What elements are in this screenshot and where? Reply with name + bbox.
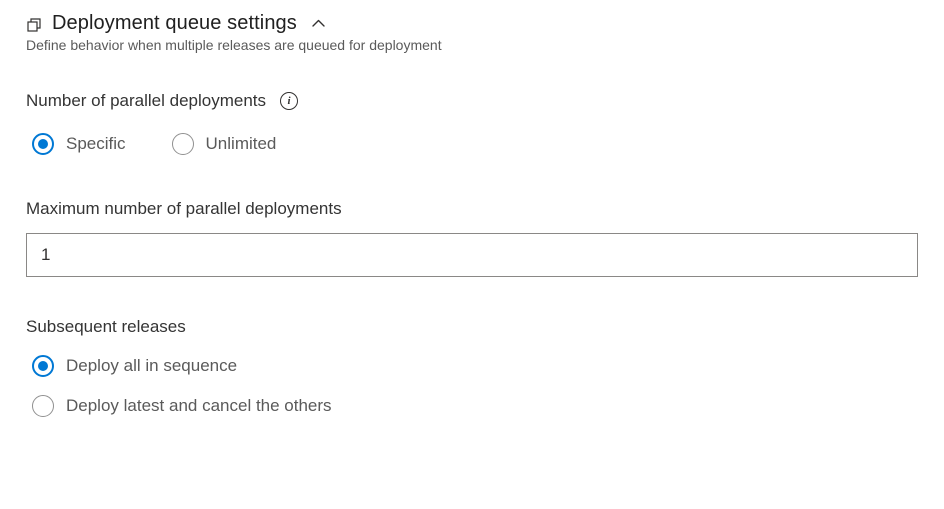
info-icon[interactable]: i <box>280 92 298 110</box>
radio-circle-icon <box>32 355 54 377</box>
max-parallel-input[interactable] <box>26 233 918 277</box>
section-header[interactable]: Deployment queue settings <box>26 12 918 35</box>
radio-circle-icon <box>32 395 54 417</box>
radio-deploy-cancel-label: Deploy latest and cancel the others <box>66 396 332 416</box>
subsequent-releases-radio-group: Deploy all in sequence Deploy latest and… <box>32 355 918 417</box>
max-parallel-label: Maximum number of parallel deployments <box>26 199 918 219</box>
parallel-deployments-label: Number of parallel deployments <box>26 91 266 111</box>
radio-specific[interactable]: Specific <box>32 133 126 155</box>
section-subtitle: Define behavior when multiple releases a… <box>26 37 918 53</box>
queue-icon <box>26 15 44 33</box>
subsequent-releases-section: Subsequent releases Deploy all in sequen… <box>26 317 918 417</box>
radio-dot-icon <box>38 139 48 149</box>
radio-deploy-cancel[interactable]: Deploy latest and cancel the others <box>32 395 918 417</box>
radio-deploy-sequence-label: Deploy all in sequence <box>66 356 237 376</box>
radio-specific-label: Specific <box>66 134 126 154</box>
radio-dot-icon <box>38 361 48 371</box>
subsequent-releases-label: Subsequent releases <box>26 317 918 337</box>
radio-unlimited-label: Unlimited <box>206 134 277 154</box>
section-title: Deployment queue settings <box>52 12 297 35</box>
radio-unlimited[interactable]: Unlimited <box>172 133 277 155</box>
parallel-deployments-radio-group: Specific Unlimited <box>32 133 918 155</box>
radio-deploy-sequence[interactable]: Deploy all in sequence <box>32 355 918 377</box>
radio-circle-icon <box>172 133 194 155</box>
chevron-up-icon[interactable] <box>311 16 326 31</box>
parallel-deployments-label-row: Number of parallel deployments i <box>26 91 918 111</box>
radio-circle-icon <box>32 133 54 155</box>
